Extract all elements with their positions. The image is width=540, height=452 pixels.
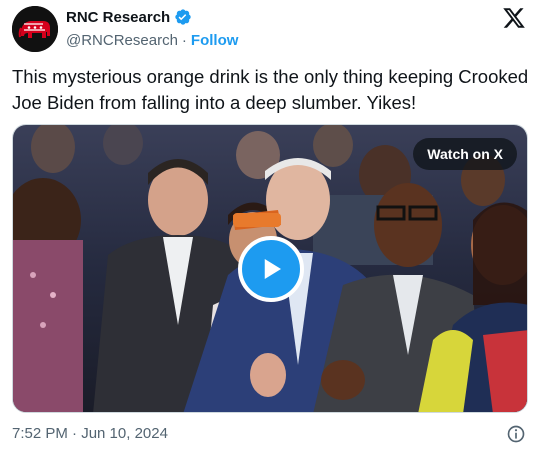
info-icon[interactable] xyxy=(506,424,526,444)
tweet-header: RNC Research @RNCResearch · Follow xyxy=(12,6,528,56)
play-icon xyxy=(264,259,281,279)
tweet-timestamp[interactable]: 7:52 PM · Jun 10, 2024 xyxy=(12,425,168,442)
account-name[interactable]: RNC Research xyxy=(66,9,170,26)
follow-button[interactable]: Follow xyxy=(191,32,239,49)
gop-elephant-icon xyxy=(12,6,58,52)
watch-on-x-button[interactable]: Watch on X xyxy=(413,138,517,170)
tweet-text: This mysterious orange drink is the only… xyxy=(12,66,529,113)
handle-row: @RNCResearch · Follow xyxy=(66,32,238,49)
account-handle[interactable]: @RNCResearch xyxy=(66,32,178,49)
tweet-footer: 7:52 PM · Jun 10, 2024 xyxy=(12,423,528,445)
name-row: RNC Research xyxy=(66,8,192,26)
play-button[interactable] xyxy=(238,236,304,302)
avatar[interactable] xyxy=(12,6,58,52)
separator-dot: · xyxy=(181,32,187,49)
x-logo-icon[interactable] xyxy=(502,6,526,30)
video-player[interactable]: Watch on X xyxy=(12,124,528,413)
verified-badge-icon xyxy=(175,9,191,25)
